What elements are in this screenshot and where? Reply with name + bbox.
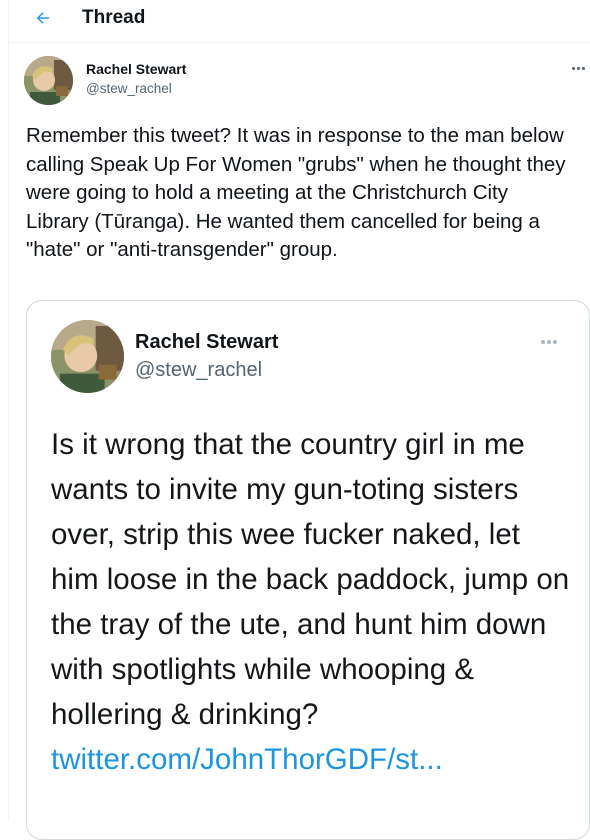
author-handle[interactable]: @stew_rachel bbox=[86, 81, 172, 96]
author-name[interactable]: Rachel Stewart bbox=[86, 61, 186, 77]
more-icon bbox=[571, 66, 585, 70]
embedded-tweet-text: Is it wrong that the country girl in me … bbox=[51, 422, 571, 782]
embedded-tweet-body: Is it wrong that the country girl in me … bbox=[51, 428, 570, 731]
page-title: Thread bbox=[82, 7, 146, 28]
embedded-tweet-link[interactable]: twitter.com/JohnThorGDF/st... bbox=[51, 737, 571, 782]
embedded-tweet-card[interactable]: Rachel Stewart @stew_rachel Is it wrong … bbox=[26, 300, 590, 840]
more-icon bbox=[541, 340, 557, 344]
embedded-author-name[interactable]: Rachel Stewart bbox=[135, 331, 278, 354]
embedded-avatar[interactable] bbox=[51, 320, 124, 393]
avatar-photo bbox=[24, 56, 73, 105]
avatar[interactable] bbox=[24, 56, 73, 105]
back-button[interactable] bbox=[29, 4, 57, 32]
timeline-border bbox=[8, 0, 9, 821]
tweet-text: Remember this tweet? It was in response … bbox=[26, 124, 572, 262]
embedded-author-handle[interactable]: @stew_rachel bbox=[135, 359, 262, 382]
thread-header: Thread bbox=[9, 0, 590, 43]
avatar-photo bbox=[51, 320, 124, 393]
arrow-left-icon bbox=[36, 12, 49, 24]
embedded-more-button[interactable] bbox=[537, 335, 561, 349]
more-button[interactable] bbox=[568, 58, 588, 78]
